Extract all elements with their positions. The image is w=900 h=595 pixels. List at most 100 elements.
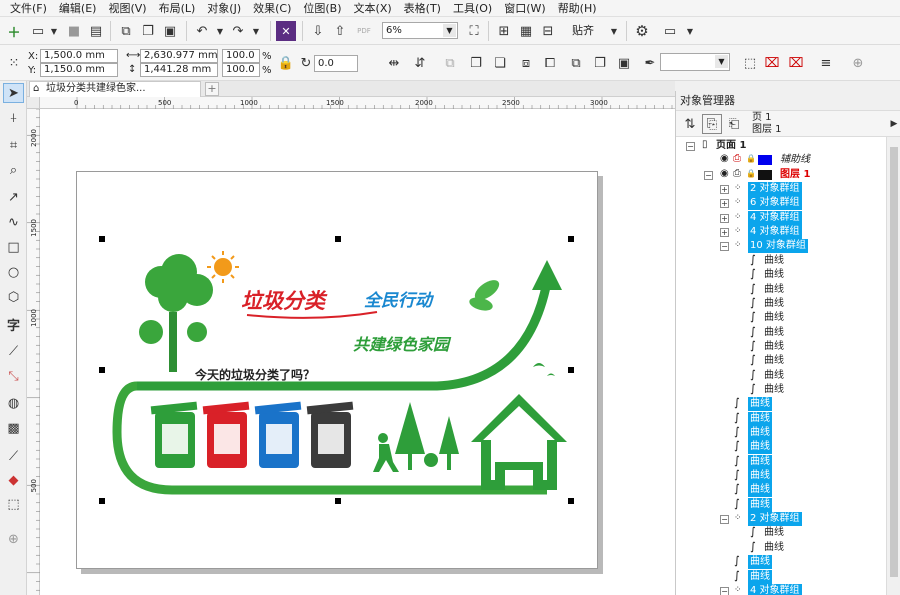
menu-file[interactable]: 文件(F) xyxy=(4,0,53,17)
tree-item-label[interactable]: 曲线 xyxy=(764,254,784,268)
show-grid-icon[interactable]: ▦ xyxy=(516,21,536,41)
add-tab-button[interactable]: + xyxy=(205,82,219,96)
blend-tool-icon[interactable]: ◍ xyxy=(3,393,24,413)
menu-view[interactable]: 视图(V) xyxy=(102,0,152,17)
ungroup-icon[interactable]: ❐ xyxy=(466,53,486,73)
application-launcher-icon[interactable]: ▭ xyxy=(660,21,680,41)
show-rulers-icon[interactable]: ⊞ xyxy=(494,21,514,41)
outline-width-combo[interactable]: ▼ xyxy=(660,53,730,71)
clear-transform-icon[interactable]: ⌧ xyxy=(786,53,806,73)
panel-menu-arrow-icon[interactable]: ▶ xyxy=(884,114,900,134)
artwork[interactable]: 垃圾分类 全民行动 共建绿色家园 今天的垃圾分类了吗？ xyxy=(77,172,599,570)
menu-tools[interactable]: 工具(O) xyxy=(447,0,498,17)
tree-item-label[interactable]: 曲线 xyxy=(748,555,772,570)
lock-icon[interactable]: 🔒 xyxy=(746,153,756,165)
ellipse-tool-icon[interactable]: ○ xyxy=(3,262,24,282)
scale-x-field[interactable]: 100.0 xyxy=(222,49,260,63)
break-apart-icon[interactable]: ⌧ xyxy=(762,53,782,73)
tree-item-label[interactable]: 曲线 xyxy=(764,297,784,311)
object-origin-icon[interactable]: ⁙ xyxy=(4,53,24,73)
x-position-field[interactable]: 1,500.0 mm xyxy=(40,49,118,63)
trim-icon[interactable]: ⧉ xyxy=(566,53,586,73)
ruler-corner[interactable] xyxy=(27,97,40,109)
menu-text[interactable]: 文本(X) xyxy=(348,0,398,17)
collapse-toggle[interactable]: − xyxy=(720,586,729,595)
tree-item-label[interactable]: 4 对象群组 xyxy=(748,583,802,595)
zoom-tool-icon[interactable]: ⌕ xyxy=(3,160,24,180)
crop-tool-icon[interactable]: ⌗ xyxy=(3,135,24,155)
menu-effects[interactable]: 效果(C) xyxy=(247,0,297,17)
horizontal-ruler[interactable]: 0 500 1000 1500 2000 2500 3000 xyxy=(40,97,675,109)
layer-color-swatch[interactable] xyxy=(758,169,772,180)
align-distribute-icon[interactable]: ≡ xyxy=(816,53,836,73)
printable-icon[interactable]: ⎙ xyxy=(733,168,741,180)
tree-item-label[interactable]: 曲线 xyxy=(764,326,784,340)
publish-pdf-icon[interactable]: PDF xyxy=(354,21,374,41)
selection-handle[interactable] xyxy=(335,236,341,242)
group-icon[interactable]: ⧉ xyxy=(440,53,460,73)
expand-toggle[interactable]: + xyxy=(720,185,729,195)
rotate-icon[interactable]: ↻ xyxy=(296,53,316,73)
snap-to-label[interactable]: 贴齐 xyxy=(572,25,594,37)
menu-bitmap[interactable]: 位图(B) xyxy=(297,0,347,17)
menu-edit[interactable]: 编辑(E) xyxy=(53,0,103,17)
object-tree-scrollbar[interactable] xyxy=(886,137,900,595)
tree-item-label[interactable]: 曲线 xyxy=(764,354,784,368)
collapse-toggle[interactable]: − xyxy=(720,242,729,252)
lock-ratio-icon[interactable]: 🔒 xyxy=(276,53,296,73)
tree-item-label[interactable]: 曲线 xyxy=(748,469,772,484)
menu-table[interactable]: 表格(T) xyxy=(398,0,447,17)
tree-item-label[interactable]: 曲线 xyxy=(764,383,784,397)
menu-object[interactable]: 对象(J) xyxy=(201,0,247,17)
tree-item-label[interactable]: 曲线 xyxy=(748,483,772,498)
undo-icon[interactable]: ↶ xyxy=(192,21,212,41)
pen-outline-icon[interactable]: ✒ xyxy=(640,53,660,73)
selection-handle[interactable] xyxy=(99,498,105,504)
intersect-icon[interactable]: ❐ xyxy=(590,53,610,73)
launcher-dropdown-icon[interactable]: ▼ xyxy=(680,21,700,41)
tree-item-label[interactable]: 2 对象群组 xyxy=(748,512,802,527)
tree-item-label[interactable]: 4 对象群组 xyxy=(748,225,802,240)
visibility-eye-icon[interactable]: ◉ xyxy=(720,168,729,180)
open-dropdown-icon[interactable]: ▼ xyxy=(44,21,64,41)
menu-layout[interactable]: 布局(L) xyxy=(153,0,202,17)
dimension-tool-icon[interactable]: ⟋ xyxy=(3,341,24,361)
menu-help[interactable]: 帮助(H) xyxy=(552,0,603,17)
tree-item-label[interactable]: 曲线 xyxy=(764,311,784,325)
export-icon[interactable]: ⇧ xyxy=(330,21,350,41)
tree-item-label[interactable]: 页面 1 xyxy=(716,139,746,153)
tree-item-label[interactable]: 曲线 xyxy=(764,340,784,354)
y-position-field[interactable]: 1,150.0 mm xyxy=(40,63,118,77)
visibility-eye-icon[interactable]: ◉ xyxy=(720,153,729,165)
selection-handle[interactable] xyxy=(335,498,341,504)
weld-icon[interactable]: ⧠ xyxy=(540,53,560,73)
tree-item-label[interactable]: 曲线 xyxy=(748,411,772,426)
tree-item-label[interactable]: 曲线 xyxy=(764,283,784,297)
options-gear-icon[interactable]: ⚙ xyxy=(632,21,652,41)
text-tool-icon[interactable]: 字 xyxy=(3,314,24,334)
document-tab[interactable]: ⌂ 垃圾分类共建绿色家... xyxy=(29,81,201,97)
selection-handle[interactable] xyxy=(568,236,574,242)
lock-icon[interactable]: 🔒 xyxy=(746,168,756,180)
tree-item-label[interactable]: 曲线 xyxy=(748,397,772,412)
rectangle-tool-icon[interactable]: □ xyxy=(3,237,24,257)
ungroup-all-icon[interactable]: ❏ xyxy=(490,53,510,73)
tree-item-label[interactable]: 曲线 xyxy=(764,268,784,282)
tree-item-label[interactable]: 曲线 xyxy=(764,541,784,555)
cut-icon[interactable]: ⧉ xyxy=(116,21,136,41)
mirror-horizontal-icon[interactable]: ⇹ xyxy=(384,53,404,73)
mirror-vertical-icon[interactable]: ⇵ xyxy=(410,53,430,73)
expand-toggle[interactable]: + xyxy=(720,213,729,223)
import-icon[interactable]: ⇩ xyxy=(308,21,328,41)
full-screen-icon[interactable]: ⛶ xyxy=(464,21,484,41)
redo-icon[interactable]: ↷ xyxy=(228,21,248,41)
artistic-media-icon[interactable]: ∿ xyxy=(3,212,24,232)
smart-fill-icon[interactable]: ⬚ xyxy=(3,494,24,514)
document-page[interactable]: 垃圾分类 全民行动 共建绿色家园 今天的垃圾分类了吗？ xyxy=(76,171,598,569)
tree-item-label[interactable]: 2 对象群组 xyxy=(748,182,802,197)
tree-item-label[interactable]: 4 对象群组 xyxy=(748,210,802,225)
paste-icon[interactable]: ▣ xyxy=(160,21,180,41)
interactive-fill-icon[interactable]: ◆ xyxy=(3,470,24,490)
tree-item-label[interactable]: 曲线 xyxy=(764,526,784,540)
tree-item-label[interactable]: 曲线 xyxy=(764,369,784,383)
